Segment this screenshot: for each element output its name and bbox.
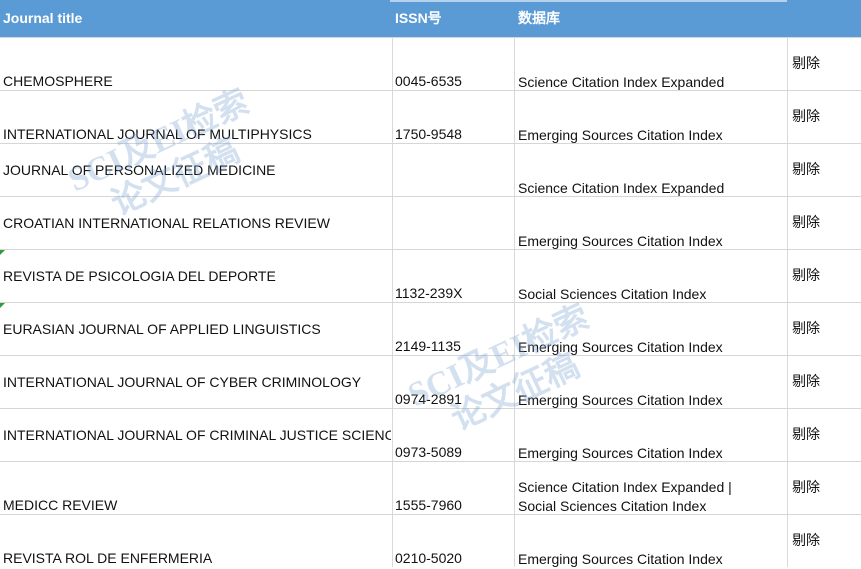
issn-cell[interactable]: 1132-239X — [395, 285, 513, 301]
journal-title-cell[interactable]: INTERNATIONAL JOURNAL OF CRIMINAL JUSTIC… — [3, 427, 391, 443]
header-journal-title[interactable]: Journal title — [3, 0, 82, 37]
journal-title-cell[interactable]: EURASIAN JOURNAL OF APPLIED LINGUISTICS — [3, 321, 391, 337]
journal-title-cell[interactable]: CROATIAN INTERNATIONAL RELATIONS REVIEW — [3, 215, 391, 231]
table-header: Journal title ISSN号 数据库 — [0, 0, 861, 37]
issn-cell[interactable]: 1555-7960 — [395, 497, 513, 513]
table-row[interactable]: CHEMOSPHERE 0045-6535 Science Citation Ind… — [0, 37, 861, 90]
issn-cell[interactable]: 0045-6535 — [395, 73, 513, 89]
journal-title-cell[interactable]: MEDICC REVIEW — [3, 497, 391, 513]
journal-table: Journal title ISSN号 数据库 CHEMOSPHERE 0045-… — [0, 0, 861, 567]
cell-comment-marker — [0, 250, 5, 255]
action-cell[interactable]: 剔除 — [792, 371, 852, 391]
table-row[interactable]: CROATIAN INTERNATIONAL RELATIONS REVIEW E… — [0, 196, 861, 249]
action-cell[interactable]: 剔除 — [792, 212, 852, 232]
table-row[interactable]: JOURNAL OF PERSONALIZED MEDICINE Science … — [0, 143, 861, 196]
table-row[interactable]: INTERNATIONAL JOURNAL OF CRIMINAL JUSTIC… — [0, 408, 861, 461]
cell-comment-marker — [0, 303, 5, 308]
action-cell[interactable]: 剔除 — [792, 265, 852, 285]
table-row[interactable]: INTERNATIONAL JOURNAL OF CYBER CRIMINOLO… — [0, 355, 861, 408]
action-cell[interactable]: 剔除 — [792, 106, 852, 126]
action-cell[interactable]: 剔除 — [792, 530, 852, 550]
journal-title-cell[interactable]: INTERNATIONAL JOURNAL OF MULTIPHYSICS — [3, 126, 391, 142]
journal-title-cell[interactable]: REVISTA ROL DE ENFERMERIA — [3, 550, 391, 566]
issn-cell[interactable]: 1750-9548 — [395, 126, 513, 142]
journal-title-cell[interactable]: REVISTA DE PSICOLOGIA DEL DEPORTE — [3, 268, 391, 284]
issn-cell[interactable]: 2149-1135 — [395, 338, 513, 354]
header-issn[interactable]: ISSN号 — [395, 0, 442, 37]
header-divider — [390, 0, 787, 2]
journal-title-cell[interactable]: JOURNAL OF PERSONALIZED MEDICINE — [3, 162, 391, 178]
table-row[interactable]: INTERNATIONAL JOURNAL OF MULTIPHYSICS 175… — [0, 90, 861, 143]
journal-title-cell[interactable]: CHEMOSPHERE — [3, 73, 391, 89]
action-cell[interactable]: 剔除 — [792, 477, 852, 497]
database-line: Science Citation Index Expanded | — [518, 479, 732, 495]
table-row[interactable]: EURASIAN JOURNAL OF APPLIED LINGUISTICS 2… — [0, 302, 861, 355]
table-row[interactable]: MEDICC REVIEW 1555-7960 Science Citation I… — [0, 461, 861, 514]
action-cell[interactable]: 剔除 — [792, 53, 852, 73]
action-cell[interactable]: 剔除 — [792, 159, 852, 179]
table-row[interactable]: REVISTA ROL DE ENFERMERIA 0210-5020 Emergi… — [0, 514, 861, 567]
action-cell[interactable]: 剔除 — [792, 424, 852, 444]
database-cell[interactable]: Science Citation Index Expanded | Social … — [518, 478, 786, 516]
header-database[interactable]: 数据库 — [518, 0, 560, 37]
database-cell[interactable]: Emerging Sources Citation Index — [518, 550, 786, 569]
action-cell[interactable]: 剔除 — [792, 318, 852, 338]
issn-cell[interactable]: 0973-5089 — [395, 444, 513, 460]
issn-cell[interactable]: 0974-2891 — [395, 391, 513, 407]
table-row[interactable]: REVISTA DE PSICOLOGIA DEL DEPORTE 1132-23… — [0, 249, 861, 302]
database-line: Emerging Sources Citation Index — [518, 551, 723, 567]
journal-title-cell[interactable]: INTERNATIONAL JOURNAL OF CYBER CRIMINOLO… — [3, 374, 391, 390]
issn-cell[interactable]: 0210-5020 — [395, 550, 513, 566]
